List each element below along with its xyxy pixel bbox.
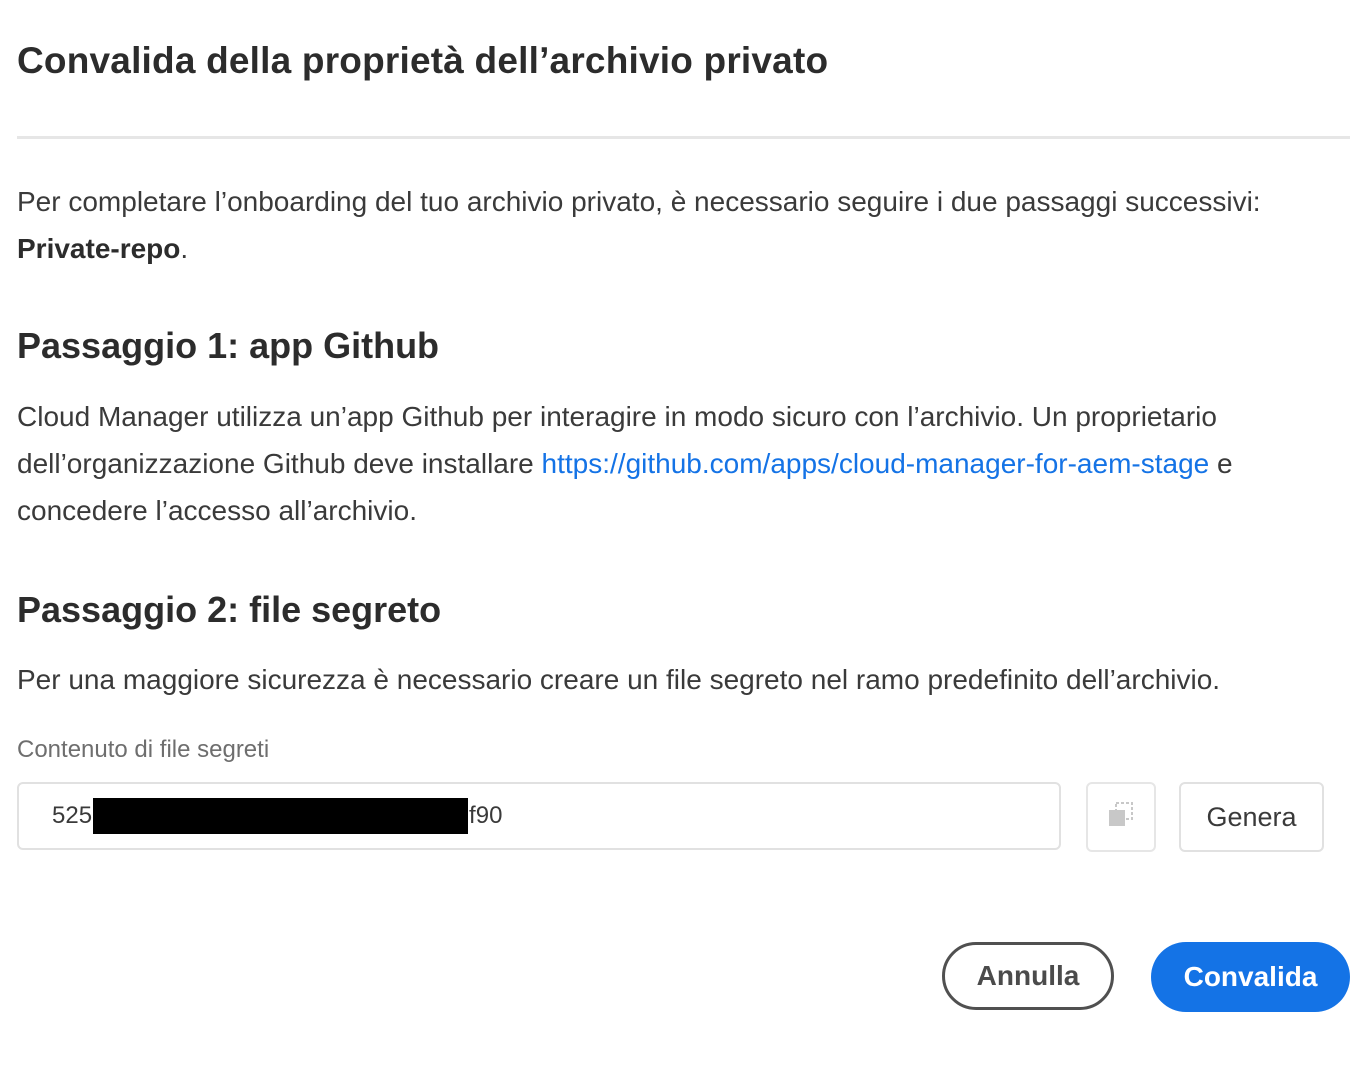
secret-value: 525 f90 xyxy=(52,798,502,834)
step2-heading: Passaggio 2: file segreto xyxy=(17,589,442,630)
repo-name: Private-repo xyxy=(17,233,181,264)
secret-content-field[interactable]: 525 f90 xyxy=(17,782,1061,850)
secret-field-label: Contenuto di file segreti xyxy=(17,736,270,763)
cancel-button[interactable]: Annulla xyxy=(942,942,1114,1010)
generate-button[interactable]: Genera xyxy=(1179,782,1324,852)
copy-icon xyxy=(1106,800,1136,835)
validation-dialog: Convalida della proprietà dell’archivio … xyxy=(0,0,1354,1078)
copy-button[interactable] xyxy=(1086,782,1156,852)
redaction-box xyxy=(93,798,469,834)
title-divider xyxy=(17,136,1350,139)
step1-paragraph: Cloud Manager utilizza un’app Github per… xyxy=(17,393,1337,534)
dialog-title: Convalida della proprietà dell’archivio … xyxy=(17,40,829,81)
step1-heading: Passaggio 1: app Github xyxy=(17,325,440,366)
github-app-link[interactable]: https://github.com/apps/cloud-manager-fo… xyxy=(542,448,1210,479)
secret-value-prefix: 525 xyxy=(52,802,93,829)
intro-paragraph: Per completare l’onboarding del tuo arch… xyxy=(17,178,1337,272)
intro-suffix: . xyxy=(180,233,189,264)
step2-paragraph: Per una maggiore sicurezza è necessario … xyxy=(17,664,1221,695)
secret-value-suffix: f90 xyxy=(469,802,503,829)
intro-text: Per completare l’onboarding del tuo arch… xyxy=(17,186,1261,217)
confirm-button[interactable]: Convalida xyxy=(1151,942,1350,1012)
